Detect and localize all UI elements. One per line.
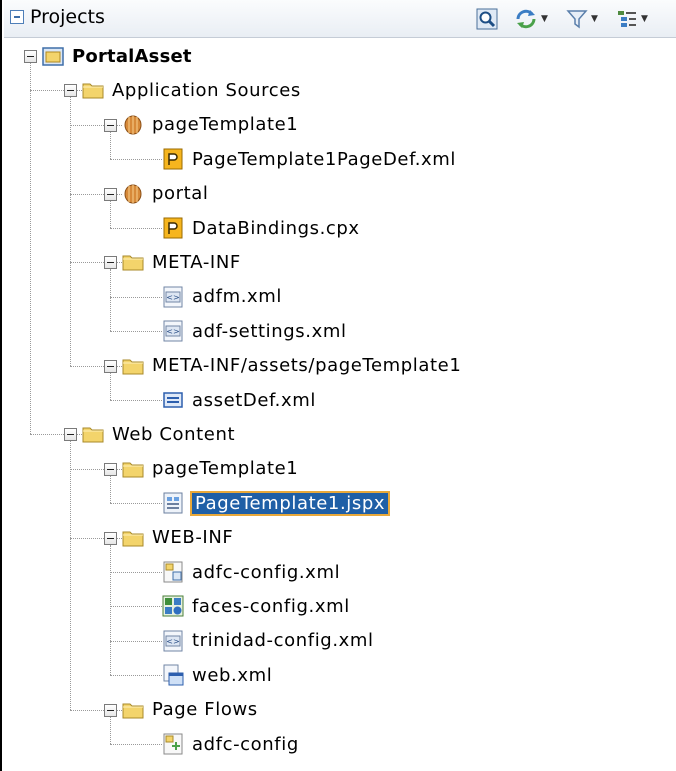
collapse-toggle-icon[interactable] [64,428,77,442]
tree-connector [110,675,162,677]
xml-file-icon: <> [162,286,184,308]
xml-file-icon: <> [162,320,184,342]
folder-icon [122,458,144,480]
tree-connector [110,606,162,608]
tree-node-adfm-xml[interactable]: <> adfm.xml [162,280,284,314]
pagedef-file-icon [162,217,184,239]
package-icon [122,114,144,136]
svg-text:<>: <> [166,637,179,646]
tree-node-pagetemplate1-jspx[interactable]: PageTemplate1.jspx [162,486,391,520]
tree-node-label: web.xml [192,664,273,686]
collapse-toggle-icon[interactable] [104,531,117,545]
tree-connector [110,544,111,676]
tree-node-label: adfm.xml [192,286,283,308]
tree-node-label: DataBindings.cpx [192,217,360,239]
tree-node-label: PageTemplate1PageDef.xml [192,148,457,170]
tree-connector [110,475,111,504]
folder-icon [82,79,104,101]
collapse-toggle-icon[interactable] [104,359,117,373]
tree-node-adf-settings-xml[interactable]: <> adf-settings.xml [162,314,349,348]
tree-connector [70,441,71,710]
tree-node-adfc-config-xml[interactable]: adfc-config.xml [162,555,342,589]
collapse-toggle-icon[interactable] [104,462,117,476]
tree-node-web-xml[interactable]: web.xml [162,658,274,692]
collapse-toggle-icon[interactable] [104,256,117,270]
tree-connector [110,572,162,573]
tree-node-label: PageTemplate1.jspx [190,490,391,516]
tree-node-pagetemplate1[interactable]: pageTemplate1 [122,452,300,486]
tree-node-web-inf[interactable]: WEB-INF [122,521,235,555]
tree-node-meta-inf[interactable]: META-INF [122,245,243,279]
folder-icon [122,355,144,377]
tree-connector [110,131,111,160]
package-icon [122,183,144,205]
tree-node-label: Page Flows [152,699,258,721]
tree-node-label: Application Sources [112,79,301,101]
tree-node-application-sources[interactable]: Application Sources [82,73,303,107]
faces-config-icon [162,595,184,617]
tree-node-assetdef-xml[interactable]: assetDef.xml [162,383,318,417]
tree-connector [110,228,162,229]
tree-node-label: Web Content [112,423,236,445]
tree-connector [110,159,162,161]
tree-connector [110,744,162,745]
tree-node-trinidad-config-xml[interactable]: <> trinidad-config.xml [162,624,376,658]
asset-def-icon [162,389,184,411]
tree-node-page-flows[interactable]: Page Flows [122,693,260,727]
tree-node-label: PortalAsset [72,45,192,67]
collapse-toggle-icon[interactable] [24,50,37,63]
xml-file-icon: <> [162,630,184,652]
web-xml-icon [162,664,184,686]
tree-connector [110,400,162,401]
collapse-toggle-icon[interactable] [64,84,77,98]
collapse-toggle-icon[interactable] [104,118,117,132]
tree-node-label: adfc-config.xml [192,561,341,583]
tree-connector [70,97,71,366]
svg-text:<>: <> [166,327,179,336]
tree-connector [30,63,31,435]
tree-node-label: trinidad-config.xml [192,630,374,652]
folder-icon [122,527,144,549]
pagedef-file-icon [162,148,184,170]
svg-text:<>: <> [166,293,179,302]
tree-node-databindings-cpx[interactable]: DataBindings.cpx [162,211,362,245]
projects-panel: Projects ▼ ▼ ▼ PortalAsset Application S… [0,0,676,771]
tree-node-pagetemplate1pagedef-xml[interactable]: PageTemplate1PageDef.xml [162,142,458,176]
collapse-toggle-icon[interactable] [104,703,117,717]
tree-connector [110,503,162,505]
tree-node-label: faces-config.xml [192,595,350,617]
tree-node-label: META-INF/assets/pageTemplate1 [152,355,462,377]
tree-node-pagetemplate1[interactable]: pageTemplate1 [122,108,300,142]
collapse-toggle-icon[interactable] [104,187,117,201]
folder-icon [82,423,104,445]
tree-node-portal[interactable]: portal [122,177,211,211]
tree-node-label: assetDef.xml [192,389,316,411]
tree-node-label: META-INF [152,251,241,273]
folder-icon [122,699,144,721]
tree-node-faces-config-xml[interactable]: faces-config.xml [162,589,352,623]
tree-connector [110,200,111,228]
project-icon [42,45,64,67]
tree-node-adfc-config[interactable]: adfc-config [162,727,301,761]
jspx-file-icon [162,492,184,514]
tree-connector [110,269,111,332]
project-tree: PortalAsset Application Sources pageTempla… [2,0,676,771]
tree-node-portalasset[interactable]: PortalAsset [42,39,194,73]
tree-node-label: portal [152,183,209,205]
tree-node-label: adf-settings.xml [192,320,347,342]
folder-icon [122,251,144,273]
tree-node-web-content[interactable]: Web Content [82,417,237,451]
tree-node-label: adfc-config [192,733,299,755]
adfc-config-file-icon [162,561,184,583]
tree-node-label: WEB-INF [152,527,234,549]
task-flow-icon [162,733,184,755]
tree-connector [110,372,111,400]
tree-connector [110,716,111,744]
tree-node-meta-inf-assets-pagetemplate1[interactable]: META-INF/assets/pageTemplate1 [122,349,463,383]
tree-connector [110,296,162,298]
tree-node-label: pageTemplate1 [152,458,299,480]
tree-node-label: pageTemplate1 [152,114,299,136]
tree-connector [110,640,162,642]
tree-connector [110,331,162,333]
